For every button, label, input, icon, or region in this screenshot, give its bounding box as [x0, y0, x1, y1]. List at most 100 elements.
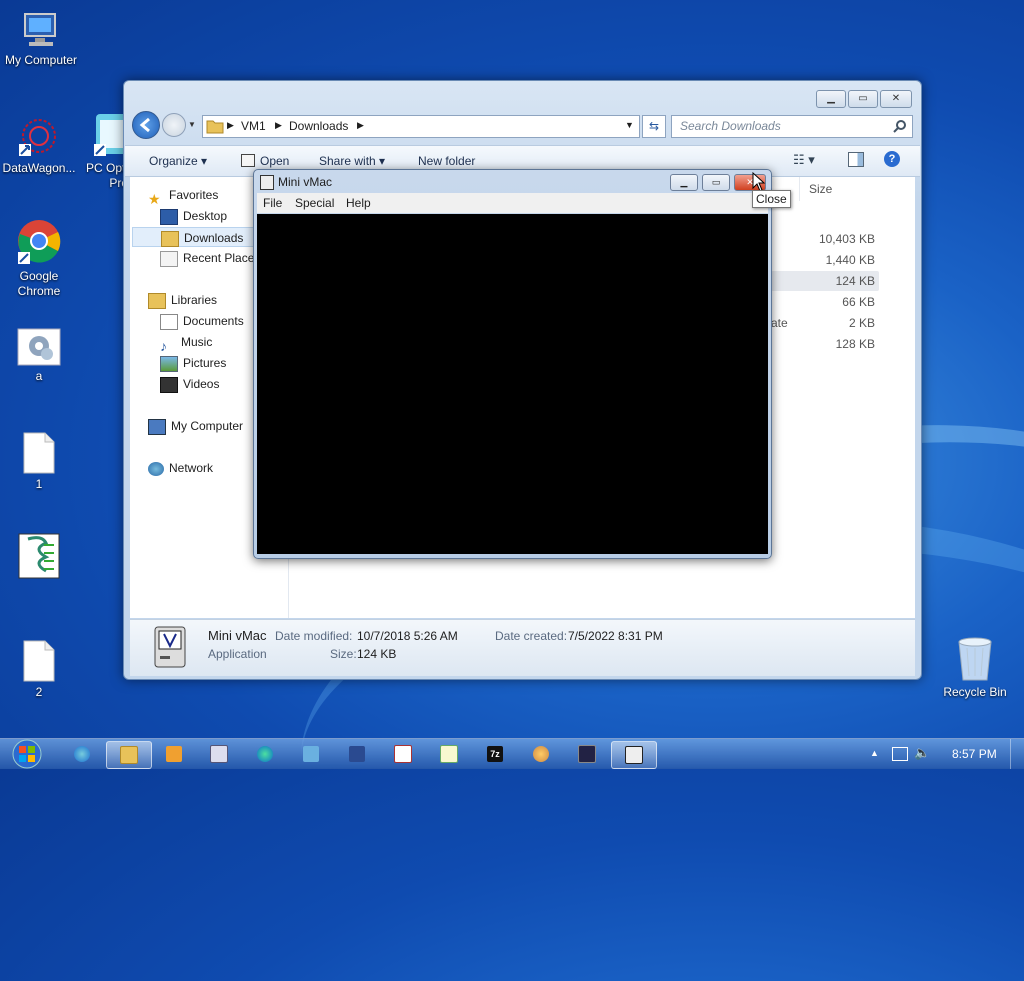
blank-file-icon	[23, 432, 55, 474]
libraries-icon	[148, 292, 166, 309]
desktop-icon-label: PC Opti Pro	[85, 161, 128, 190]
back-button[interactable]	[132, 111, 160, 139]
start-button[interactable]	[8, 739, 46, 769]
mac-app-icon	[154, 626, 186, 668]
recycle-bin-icon	[955, 636, 995, 682]
edge-icon	[257, 746, 273, 762]
desktop-icon-label: Recycle Bin	[943, 685, 1007, 699]
menu-special[interactable]: Special	[295, 196, 334, 210]
taskbar-notepad[interactable]	[427, 741, 471, 767]
open-icon	[241, 154, 255, 167]
terminal-icon	[578, 745, 596, 763]
close-tooltip: Close	[752, 190, 791, 208]
open-button[interactable]: Open	[241, 154, 289, 168]
desktop-icon-label: Google Chrome	[17, 269, 61, 298]
taskbar-app-8[interactable]	[381, 741, 425, 767]
breadcrumb-downloads[interactable]: Downloads	[289, 119, 348, 133]
minimize-button[interactable]: ▁	[816, 90, 846, 108]
taskbar-7zip[interactable]: 7z	[473, 741, 517, 767]
desktop-icon-a[interactable]: a	[0, 328, 80, 384]
recent-pages-chevron-icon[interactable]: ▼	[188, 120, 196, 129]
minivmac-menu-bar: File Special Help	[257, 193, 768, 213]
file-size: 124 KB	[835, 274, 875, 288]
show-desktop-button[interactable]	[1010, 739, 1024, 769]
folder-icon	[120, 746, 138, 764]
desktop-icon-2[interactable]: 2	[0, 640, 80, 700]
taskbar: 7z ▲ 🔈 8:57 PM	[0, 738, 1024, 769]
nav-videos[interactable]: Videos	[160, 374, 219, 394]
menu-file[interactable]: File	[263, 196, 282, 210]
nav-my-computer[interactable]: My Computer	[148, 416, 243, 436]
close-button[interactable]: ✕	[880, 90, 912, 108]
desktop-icon-google-chrome[interactable]: Google Chrome	[0, 218, 80, 299]
recent-places-icon	[160, 250, 178, 267]
desktop-icon-label: 2	[35, 685, 43, 699]
breadcrumb-vm1[interactable]: VM1	[241, 119, 266, 133]
volume-tray-icon[interactable]: 🔈	[914, 745, 930, 761]
image-viewer-icon	[303, 746, 319, 762]
desktop-icon-script[interactable]	[0, 533, 80, 582]
search-icon	[893, 120, 906, 133]
preview-pane-icon[interactable]	[848, 152, 864, 167]
show-hidden-icons-icon[interactable]: ▲	[870, 748, 879, 758]
downloads-folder-icon	[161, 230, 179, 247]
address-bar[interactable]: ▶ VM1 ▶ Downloads ▶ ▼	[202, 115, 640, 138]
network-tray-icon[interactable]	[892, 747, 908, 761]
desktop-icon-label: DataWagon...	[2, 161, 76, 175]
address-dropdown-icon[interactable]: ▼	[625, 120, 634, 130]
nav-libraries[interactable]: Libraries	[148, 290, 217, 310]
chrome-icon	[16, 218, 62, 266]
desktop-icon-datawagon[interactable]: DataWagon...	[0, 116, 80, 176]
taskbar-powershell[interactable]	[335, 741, 379, 767]
nav-favorites[interactable]: ★ Favorites	[148, 185, 218, 207]
taskbar-app-4[interactable]	[197, 741, 241, 767]
desktop-icon-1[interactable]: 1	[0, 432, 80, 492]
organize-button[interactable]: Organize ▾	[149, 154, 207, 168]
help-icon[interactable]: ?	[884, 151, 900, 167]
taskbar-edge[interactable]	[243, 741, 287, 767]
taskbar-explorer[interactable]	[106, 741, 152, 769]
nav-recent-places[interactable]: Recent Places	[160, 248, 260, 268]
desktop-icon-pc-optimizer[interactable]: PC Opti Pro	[76, 112, 128, 191]
breadcrumb-sep-icon: ▶	[357, 120, 364, 130]
folder-icon	[206, 120, 224, 134]
desktop-icon-recycle-bin[interactable]: Recycle Bin	[934, 636, 1016, 700]
card-icon	[394, 745, 412, 763]
window-icon	[210, 745, 228, 763]
minivmac-maximize-button[interactable]: ▭	[702, 174, 730, 191]
details-size-label: Size:	[330, 647, 357, 661]
taskbar-minivmac[interactable]	[611, 741, 657, 769]
nav-music[interactable]: ♪ Music	[160, 332, 212, 354]
column-size-header[interactable]: Size	[809, 182, 832, 196]
mac-app-icon	[625, 746, 643, 764]
minivmac-minimize-button[interactable]: ▁	[670, 174, 698, 191]
settings-file-icon	[17, 328, 61, 366]
taskbar-app-12[interactable]	[565, 741, 609, 767]
clock[interactable]: 8:57 PM	[952, 747, 997, 761]
taskbar-ie[interactable]	[60, 741, 104, 767]
nav-pictures[interactable]: Pictures	[160, 353, 226, 373]
taskbar-media-player[interactable]	[152, 741, 196, 767]
share-with-button[interactable]: Share with ▾	[319, 154, 385, 168]
new-folder-button[interactable]: New folder	[418, 154, 475, 168]
nav-network[interactable]: Network	[148, 458, 213, 478]
breadcrumb-sep-icon: ▶	[227, 120, 234, 130]
taskbar-app-6[interactable]	[289, 741, 333, 767]
nav-desktop[interactable]: Desktop	[160, 206, 227, 226]
details-file-type: Application	[208, 647, 267, 661]
forward-button[interactable]	[162, 113, 186, 137]
taskbar-paint[interactable]	[519, 741, 563, 767]
view-options-icon[interactable]: ☷ ▾	[793, 152, 815, 168]
computer-icon	[148, 418, 166, 435]
desktop-icon-my-computer[interactable]: My Computer	[0, 10, 82, 68]
menu-help[interactable]: Help	[346, 196, 371, 210]
nav-documents[interactable]: Documents	[160, 311, 244, 331]
emulator-screen[interactable]	[257, 214, 768, 554]
search-input[interactable]: Search Downloads	[671, 115, 913, 138]
windows-logo-icon	[12, 739, 42, 769]
maximize-button[interactable]: ▭	[848, 90, 878, 108]
datawagon-icon	[17, 116, 61, 158]
refresh-button[interactable]: ⇆	[642, 115, 666, 138]
search-placeholder: Search Downloads	[680, 119, 781, 133]
details-date-created: 7/5/2022 8:31 PM	[568, 629, 663, 643]
